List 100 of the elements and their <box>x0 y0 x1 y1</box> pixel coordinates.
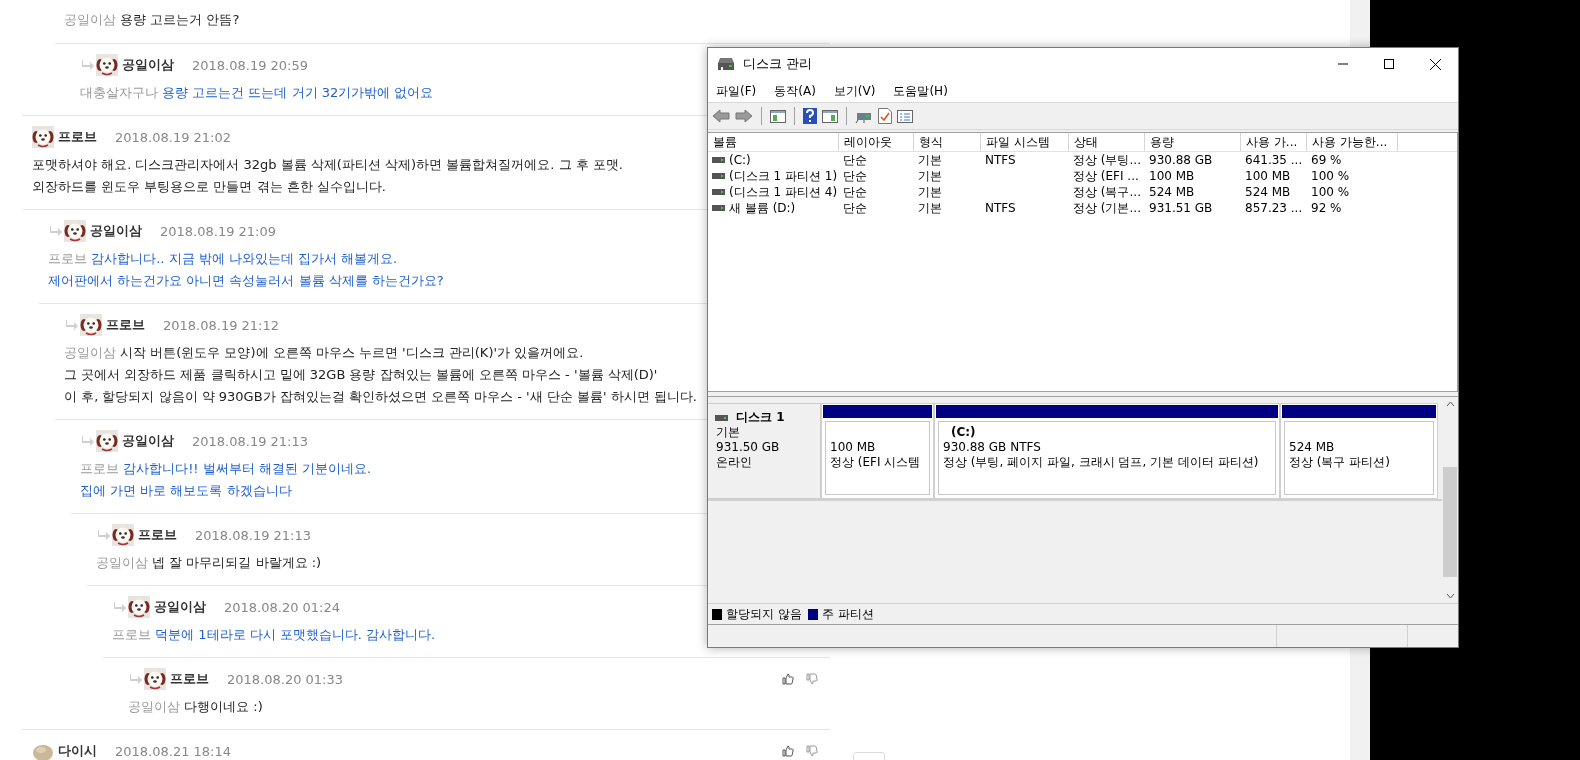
panel-icon[interactable] <box>770 108 786 124</box>
thumbs-down-icon[interactable] <box>806 673 818 685</box>
comment-date: 2018.08.20 01:33 <box>227 671 344 687</box>
menu-item[interactable]: 보기(V) <box>831 82 878 100</box>
help-icon[interactable] <box>803 108 817 124</box>
partition-block[interactable]: (C:) 930.88 GB NTFS 정상 (부팅, 페이지 파일, 크래시 덤프, 기본 데이터 파티션) <box>934 403 1280 499</box>
partition-status: 정상 (부팅, 페이지 파일, 크래시 덤프, 기본 데이터 파티션) <box>943 455 1259 470</box>
table-cell: 524 MB <box>1149 185 1195 199</box>
table-cell: (C:) <box>729 153 751 167</box>
forward-arrow-icon[interactable] <box>735 108 753 124</box>
checklist-icon[interactable] <box>878 108 892 124</box>
comment-date: 2018.08.19 21:12 <box>163 317 280 333</box>
disk-status: 온라인 <box>716 455 752 470</box>
comment-text: 용량 고르는건 뜨는데 거기 32기가밖에 없어요 <box>162 85 434 100</box>
reply-arrow-icon <box>112 601 128 613</box>
reply-arrow-icon <box>48 225 64 237</box>
author-name[interactable]: 공일이삼 <box>154 598 206 616</box>
table-cell: 단순 <box>843 151 867 169</box>
legend-label: 할당되지 않음 <box>726 605 802 623</box>
comment-text: 넵 잘 마무리되길 바랄게요 :) <box>152 555 322 570</box>
dog-avatar <box>112 524 134 546</box>
table-cell: 단순 <box>843 167 867 185</box>
table-cell: 100 % <box>1311 185 1350 199</box>
author-name[interactable]: 프로브 <box>170 670 209 688</box>
scrollbar-thumb[interactable] <box>1443 467 1457 577</box>
comment-text: 집에 가면 바로 해보도록 하겠습니다 <box>80 483 292 498</box>
author-name[interactable]: 프로브 <box>106 316 145 334</box>
author-name[interactable]: 공일이삼 <box>122 432 174 450</box>
column-header[interactable]: 사용 가... <box>1241 133 1307 151</box>
menu-item[interactable]: 파일(F) <box>714 82 759 100</box>
table-cell: 857.23 ... <box>1245 201 1303 215</box>
table-cell: (디스크 1 파티션 4) <box>729 183 838 201</box>
drive-icon <box>715 414 728 421</box>
comment-text: 시작 버튼(윈도우 모양)에 오른쪽 마우스 누르면 '디스크 관리(K)'가 있을꺼에요. <box>120 345 584 360</box>
author-name[interactable]: 공일이삼 <box>122 56 174 74</box>
dog-avatar <box>64 220 86 242</box>
column-header[interactable]: 용량 <box>1145 133 1241 151</box>
table-cell: 기본 <box>918 183 942 201</box>
reply-arrow-icon <box>128 673 144 685</box>
column-header[interactable]: 상태 <box>1069 133 1145 151</box>
partition-size: 930.88 GB NTFS <box>943 440 1041 455</box>
table-cell: (디스크 1 파티션 1) <box>729 167 838 185</box>
table-cell: 100 % <box>1311 169 1350 183</box>
author-name[interactable]: 공일이삼 <box>90 222 142 240</box>
comment-date: 2018.08.19 21:02 <box>115 129 232 145</box>
comment-text: 이 후, 할당되지 않음이 약 930GB가 잡혀있는걸 확인하셨으면 오른쪽 마우스 - '새 단순 볼륨' 하시면 됩니다. <box>64 389 697 404</box>
scroll-up-icon[interactable] <box>1445 401 1455 407</box>
table-cell: 단순 <box>843 199 867 217</box>
table-cell: 524 MB <box>1245 185 1291 199</box>
legend-label: 주 파티션 <box>821 605 874 623</box>
comment-date: 2018.08.20 01:24 <box>224 599 341 615</box>
menu-item[interactable]: 도움말(H) <box>891 82 950 100</box>
maximize-icon <box>1384 59 1394 69</box>
dog-avatar <box>96 430 118 452</box>
partition-block[interactable]: 100 MB 정상 (EFI 시스템 <box>821 403 934 499</box>
panel-icon[interactable] <box>822 108 838 124</box>
disk-name: 디스크 1 <box>736 410 785 425</box>
partition-size: 100 MB <box>830 440 876 455</box>
dog-avatar <box>144 668 166 690</box>
column-header[interactable]: 레이아웃 <box>839 133 914 151</box>
scroll-down-icon[interactable] <box>1445 593 1455 599</box>
table-cell: 69 % <box>1311 153 1342 167</box>
author-name[interactable]: 프로브 <box>138 526 177 544</box>
dog-avatar <box>80 314 102 336</box>
table-cell: 새 볼륨 (D:) <box>729 199 796 217</box>
column-header[interactable]: 형식 <box>914 133 981 151</box>
drive-icon <box>712 205 725 211</box>
author-name[interactable]: 프로브 <box>58 128 97 146</box>
reply-arrow-icon <box>80 435 96 447</box>
column-header[interactable]: 사용 가능한... <box>1307 133 1398 151</box>
column-header[interactable]: 볼륨 <box>708 133 839 151</box>
comment-text: 용량 고르는거 안뜸? <box>120 12 240 27</box>
thumbs-up-icon[interactable] <box>782 673 794 685</box>
disk-info-panel[interactable]: 디스크 1 기본 931.50 GB 온라인 <box>708 403 821 499</box>
table-cell: 정상 (기본... <box>1073 199 1141 217</box>
comment-text: 외장하드를 윈도우 부팅용으로 만들면 겪는 흔한 실수입니다. <box>32 179 386 194</box>
comment-date: 2018.08.19 20:59 <box>192 57 309 73</box>
comment-text: 포맷하셔야 해요. 디스크관리자에서 32gb 볼륨 삭제(파티션 삭제)하면 볼륨합쳐질꺼에요. 그 후 포맷. <box>32 157 623 172</box>
table-cell: 930.88 GB <box>1149 153 1213 167</box>
table-cell: 931.51 GB <box>1149 201 1213 215</box>
table-cell: 92 % <box>1311 201 1342 215</box>
comment-date: 2018.08.19 21:09 <box>160 223 277 239</box>
close-icon <box>1429 58 1441 70</box>
author-name[interactable]: 다이시 <box>58 742 97 760</box>
table-cell: 641.35 ... <box>1245 153 1303 167</box>
partition-block[interactable]: 524 MB 정상 (복구 파티션) <box>1280 403 1438 499</box>
comment-date: 2018.08.19 21:13 <box>192 433 309 449</box>
drive-icon <box>712 173 725 179</box>
comment-text: 제어판에서 하는건가요 아니면 속성눌러서 볼륨 삭제를 하는건가요? <box>48 273 444 288</box>
disk-size: 931.50 GB <box>716 440 780 455</box>
comment-text: 덕분에 1테라로 다시 포맷했습니다. 감사합니다. <box>155 627 436 642</box>
partition-size: 524 MB <box>1289 440 1335 455</box>
list-window-icon[interactable] <box>897 108 913 124</box>
thumbs-down-icon[interactable] <box>806 745 818 757</box>
table-cell: 기본 <box>918 167 942 185</box>
thumbs-up-icon[interactable] <box>782 745 794 757</box>
column-header[interactable]: 파일 시스템 <box>981 133 1069 151</box>
back-arrow-icon[interactable] <box>712 108 730 124</box>
menu-item[interactable]: 동작(A) <box>772 82 818 100</box>
reply-arrow-icon <box>80 59 96 71</box>
